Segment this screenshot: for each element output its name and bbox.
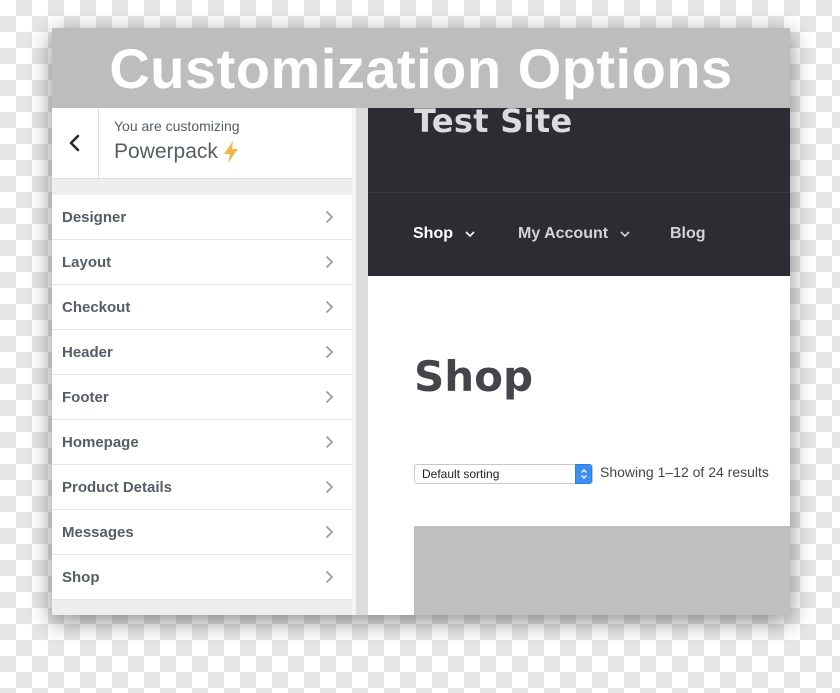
site-title[interactable]: Test Site bbox=[414, 108, 572, 140]
select-arrows-icon bbox=[575, 464, 592, 484]
chevron-right-icon bbox=[325, 525, 334, 539]
customizer-item-label: Footer bbox=[62, 388, 109, 406]
sorting-select[interactable]: Default sorting bbox=[414, 464, 593, 484]
nav-item-my-account[interactable]: My Account bbox=[518, 225, 630, 243]
customizer-item-label: Designer bbox=[62, 208, 127, 226]
sorting-selected-value: Default sorting bbox=[422, 467, 500, 481]
customizer-item-designer[interactable]: Designer bbox=[52, 195, 352, 240]
customizer-item-homepage[interactable]: Homepage bbox=[52, 420, 352, 465]
customizer-sidebar: You are customizing Powerpack Designer La… bbox=[52, 108, 352, 615]
customizer-menu: Designer Layout Checkout Header Footer Homepa… bbox=[52, 195, 352, 600]
customizer-item-layout[interactable]: Layout bbox=[52, 240, 352, 285]
chevron-right-icon bbox=[325, 480, 334, 494]
page-title: Shop bbox=[414, 352, 534, 401]
app-window: Customization Options You are customizin… bbox=[52, 28, 790, 615]
customizer-header: You are customizing Powerpack bbox=[52, 108, 352, 179]
theme-name-row: Powerpack bbox=[114, 140, 240, 164]
product-image-placeholder[interactable] bbox=[414, 526, 790, 615]
customizer-item-header[interactable]: Header bbox=[52, 330, 352, 375]
customizer-item-label: Header bbox=[62, 343, 113, 361]
customizing-subtitle: You are customizing bbox=[114, 118, 240, 134]
chevron-right-icon bbox=[325, 255, 334, 269]
site-header: Test Site Shop My Account Blog bbox=[368, 108, 790, 276]
chevron-left-icon bbox=[69, 134, 80, 152]
banner-title: Customization Options bbox=[52, 28, 790, 108]
chevron-down-icon bbox=[620, 230, 630, 237]
theme-name: Powerpack bbox=[114, 140, 218, 163]
result-count: Showing 1–12 of 24 results bbox=[600, 464, 769, 480]
chevron-right-icon bbox=[325, 345, 334, 359]
customizer-item-footer[interactable]: Footer bbox=[52, 375, 352, 420]
customizer-item-label: Homepage bbox=[62, 433, 139, 451]
chevron-right-icon bbox=[325, 570, 334, 584]
nav-item-label: My Account bbox=[518, 225, 609, 242]
lightning-bolt-icon bbox=[223, 141, 238, 163]
customizer-item-label: Checkout bbox=[62, 298, 131, 316]
panel-divider bbox=[352, 108, 368, 615]
customizer-item-shop[interactable]: Shop bbox=[52, 555, 352, 600]
nav-item-shop[interactable]: Shop bbox=[413, 225, 475, 243]
primary-navigation: Shop My Account Blog bbox=[368, 192, 790, 277]
customizer-item-label: Shop bbox=[62, 568, 100, 586]
customizer-item-label: Messages bbox=[62, 523, 134, 541]
site-preview: Test Site Shop My Account Blog Shop Defa… bbox=[368, 108, 790, 615]
chevron-down-icon bbox=[465, 230, 475, 237]
chevron-right-icon bbox=[325, 300, 334, 314]
customizer-item-checkout[interactable]: Checkout bbox=[52, 285, 352, 330]
chevron-right-icon bbox=[325, 435, 334, 449]
customizer-item-messages[interactable]: Messages bbox=[52, 510, 352, 555]
nav-item-blog[interactable]: Blog bbox=[670, 225, 706, 243]
nav-item-label: Blog bbox=[670, 225, 706, 242]
chevron-right-icon bbox=[325, 390, 334, 404]
customizer-item-label: Product Details bbox=[62, 478, 173, 496]
chevron-right-icon bbox=[325, 210, 334, 224]
customizer-item-product-details[interactable]: Product Details bbox=[52, 465, 352, 510]
customizer-item-label: Layout bbox=[62, 253, 112, 271]
nav-item-label: Shop bbox=[413, 225, 453, 242]
back-button[interactable] bbox=[52, 108, 99, 178]
